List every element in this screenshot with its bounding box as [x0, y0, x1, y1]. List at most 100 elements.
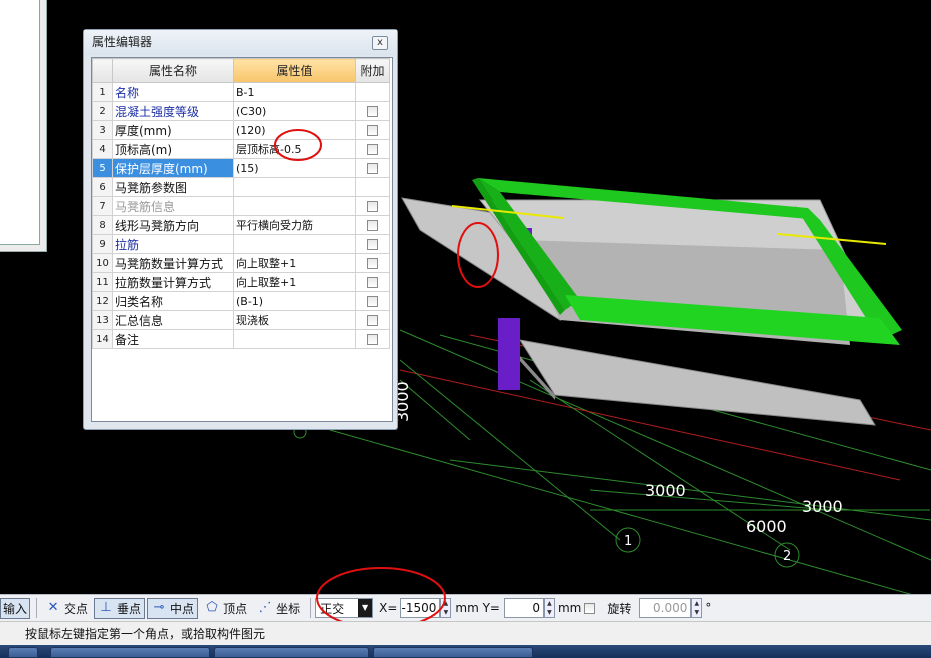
property-value[interactable]	[233, 329, 356, 349]
vertex-snap-button[interactable]: ⬠ 顶点	[200, 598, 251, 619]
y-spinner[interactable]: ▲ ▼	[543, 598, 555, 618]
property-name[interactable]: 马凳筋信息	[112, 196, 234, 216]
midpoint-snap-button[interactable]: ⊸ 中点	[147, 597, 199, 619]
property-row[interactable]: 6 马凳筋参数图	[92, 177, 390, 197]
intersection-snap-button[interactable]: ✕ 交点	[41, 598, 92, 619]
property-extra	[355, 215, 390, 235]
x-input[interactable]: -1500	[400, 598, 441, 618]
extra-checkbox[interactable]	[367, 201, 378, 212]
property-row[interactable]: 8 线形马凳筋方向 平行横向受力筋	[92, 215, 390, 235]
property-name[interactable]: 厚度(mm)	[112, 120, 234, 140]
property-row[interactable]: 1 名称 B-1	[92, 82, 390, 102]
coordinate-label: 坐标	[276, 601, 301, 616]
drawing-viewport[interactable]: 3000 3000 3000 6000 1 2 属性编辑器 x 属性名称 属性值…	[0, 0, 931, 594]
property-row[interactable]: 4 顶标高(m) 层顶标高-0.5	[92, 139, 390, 159]
perpendicular-icon: ⊥	[100, 600, 112, 615]
dimension-label-total: 6000	[746, 517, 787, 536]
property-name[interactable]: 名称	[112, 82, 234, 102]
property-value[interactable]: 向上取整+1	[233, 272, 356, 292]
property-row[interactable]: 2 混凝土强度等级 (C30)	[92, 101, 390, 121]
column-header-extra[interactable]: 附加	[355, 58, 390, 83]
property-row[interactable]: 3 厚度(mm) (120)	[92, 120, 390, 140]
close-icon[interactable]: x	[372, 36, 388, 50]
property-value[interactable]: 向上取整+1	[233, 253, 356, 273]
property-name[interactable]: 马凳筋数量计算方式	[112, 253, 234, 273]
extra-checkbox[interactable]	[367, 296, 378, 307]
property-row[interactable]: 10 马凳筋数量计算方式 向上取整+1	[92, 253, 390, 273]
column-header-value[interactable]: 属性值	[233, 58, 356, 83]
snap-toolbar[interactable]: 输入 ✕ 交点 ⊥ 垂点 ⊸ 中点 ⬠ 顶点 ⋰ 坐标 正交 ▼ X= -1500 ▲ ▼ m…	[0, 594, 931, 621]
property-row[interactable]: 11 拉筋数量计算方式 向上取整+1	[92, 272, 390, 292]
property-value[interactable]: 现浇板	[233, 310, 356, 330]
taskbar-item-3[interactable]	[373, 647, 533, 658]
property-table[interactable]: 属性名称 属性值 附加 1 名称 B-1 2 混凝土强度等级 (C30) 3 厚度(mm) (1…	[91, 57, 393, 422]
rotate-spinner[interactable]: ▲ ▼	[691, 598, 703, 618]
extra-checkbox[interactable]	[367, 144, 378, 155]
property-extra	[355, 101, 390, 121]
rotate-checkbox[interactable]	[584, 602, 596, 614]
row-number: 14	[92, 329, 113, 349]
column[interactable]	[498, 318, 520, 390]
extra-checkbox[interactable]	[367, 239, 378, 250]
property-editor-dialog[interactable]: 属性编辑器 x 属性名称 属性值 附加 1 名称 B-1 2 混凝土强度等级 (C30) 3…	[83, 29, 398, 430]
y-input[interactable]: 0	[503, 598, 544, 618]
property-name[interactable]: 备注	[112, 329, 234, 349]
dialog-title: 属性编辑器	[84, 30, 397, 55]
property-row[interactable]: 13 汇总信息 现浇板	[92, 310, 390, 330]
rotate-input[interactable]: 0.000	[639, 598, 692, 618]
property-value[interactable]: (120)	[233, 120, 356, 140]
extra-checkbox[interactable]	[367, 163, 378, 174]
coordinate-snap-button[interactable]: ⋰ 坐标	[253, 598, 304, 619]
start-button[interactable]	[8, 647, 38, 658]
property-name[interactable]: 顶标高(m)	[112, 139, 234, 159]
extra-checkbox[interactable]	[367, 220, 378, 231]
intersection-label: 交点	[64, 601, 89, 616]
extra-checkbox[interactable]	[367, 125, 378, 136]
coordinate-icon: ⋰	[258, 600, 272, 615]
property-value[interactable]	[233, 177, 356, 197]
property-extra	[355, 177, 390, 197]
property-name[interactable]: 混凝土强度等级	[112, 101, 234, 121]
property-row[interactable]: 9 拉筋	[92, 234, 390, 254]
property-name[interactable]: 归类名称	[112, 291, 234, 311]
row-number: 6	[92, 177, 113, 197]
property-value[interactable]: 平行横向受力筋	[233, 215, 356, 235]
property-name[interactable]: 拉筋数量计算方式	[112, 272, 234, 292]
property-row[interactable]: 14 备注	[92, 329, 390, 349]
property-row[interactable]: 12 归类名称 (B-1)	[92, 291, 390, 311]
extra-checkbox[interactable]	[367, 258, 378, 269]
mode-select[interactable]: 正交 ▼	[315, 598, 374, 618]
chevron-down-icon[interactable]: ▼	[358, 599, 373, 617]
lower-slab[interactable]	[518, 339, 876, 426]
row-number: 10	[92, 253, 113, 273]
property-name[interactable]: 汇总信息	[112, 310, 234, 330]
taskbar-item-2[interactable]	[214, 647, 369, 658]
property-row[interactable]: 7 马凳筋信息	[92, 196, 390, 216]
property-name[interactable]: 拉筋	[112, 234, 234, 254]
extra-checkbox[interactable]	[367, 334, 378, 345]
x-spinner[interactable]: ▲ ▼	[440, 598, 452, 618]
perpendicular-snap-button[interactable]: ⊥ 垂点	[94, 597, 146, 619]
taskbar-item-1[interactable]	[50, 647, 210, 658]
property-name[interactable]: 保护层厚度(mm)	[112, 158, 234, 178]
property-name[interactable]: 线形马凳筋方向	[112, 215, 234, 235]
column-header-name[interactable]: 属性名称	[112, 58, 234, 83]
property-value[interactable]: (B-1)	[233, 291, 356, 311]
input-button[interactable]: 输入	[0, 597, 31, 619]
property-value[interactable]: (C30)	[233, 101, 356, 121]
property-name[interactable]: 马凳筋参数图	[112, 177, 234, 197]
extra-checkbox[interactable]	[367, 106, 378, 117]
extra-checkbox[interactable]	[367, 277, 378, 288]
row-number: 2	[92, 101, 113, 121]
property-extra	[355, 120, 390, 140]
property-value[interactable]	[233, 196, 356, 216]
property-value[interactable]: 层顶标高-0.5	[233, 139, 356, 159]
property-extra	[355, 196, 390, 216]
property-row[interactable]: 5 保护层厚度(mm) (15)	[92, 158, 390, 178]
property-value[interactable]	[233, 234, 356, 254]
property-value[interactable]: (15)	[233, 158, 356, 178]
property-extra	[355, 310, 390, 330]
extra-checkbox[interactable]	[367, 315, 378, 326]
row-number: 13	[92, 310, 113, 330]
property-value[interactable]: B-1	[233, 82, 356, 102]
